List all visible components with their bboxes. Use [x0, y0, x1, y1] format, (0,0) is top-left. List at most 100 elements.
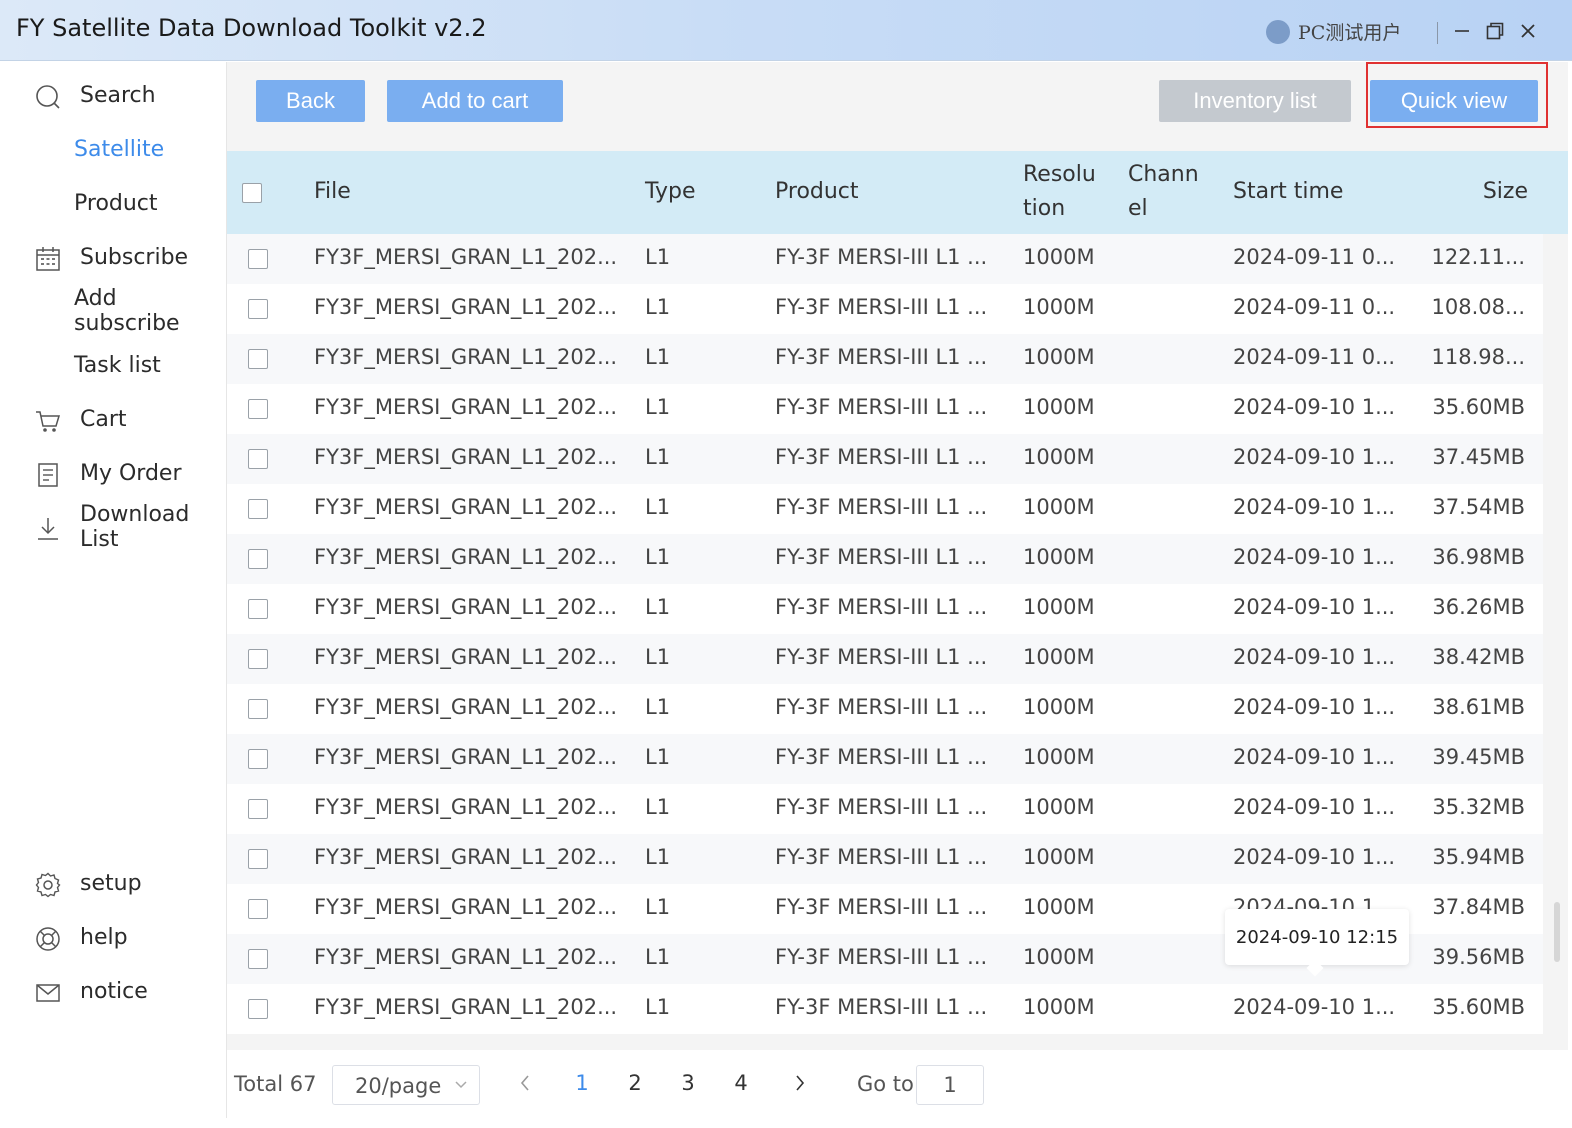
row-checkbox[interactable] [248, 499, 268, 519]
add-to-cart-button[interactable]: Add to cart [387, 80, 563, 122]
select-all-checkbox[interactable] [242, 183, 262, 203]
row-checkbox[interactable] [248, 949, 268, 969]
cell-type: L1 [645, 945, 671, 969]
sidebar-item-notice[interactable]: notice [0, 971, 227, 1011]
page-1[interactable]: 1 [570, 1071, 594, 1095]
goto-label: Go to [857, 1072, 914, 1096]
sidebar-item-setup[interactable]: setup [0, 863, 227, 903]
table-row[interactable]: FY3F_MERSI_GRAN_L1_202... L1 FY-3F MERSI-I… [227, 234, 1543, 284]
column-product[interactable]: Product [775, 175, 859, 209]
user-menu[interactable]: PC测试用户 [1266, 18, 1401, 45]
table-row[interactable]: FY3F_MERSI_GRAN_L1_202... L1 FY-3F MERSI-I… [227, 534, 1543, 584]
cell-product: FY-3F MERSI-III L1 ... [775, 845, 988, 869]
cell-resolution: 1000M [1023, 295, 1095, 319]
maximize-button[interactable] [1481, 17, 1509, 45]
page-size-select[interactable]: 20/page [332, 1065, 480, 1105]
table-scrollbar[interactable] [1554, 902, 1560, 962]
cell-file: FY3F_MERSI_GRAN_L1_202... [314, 695, 618, 719]
next-page-icon[interactable] [792, 1072, 808, 1094]
column-resolution[interactable]: Resolu tion [1023, 158, 1096, 226]
cell-type: L1 [645, 995, 671, 1019]
cell-size: 108.08... [1431, 295, 1525, 319]
cell-type: L1 [645, 245, 671, 269]
column-resolution-line1: Resolu [1023, 162, 1096, 187]
row-checkbox[interactable] [248, 899, 268, 919]
prev-page-icon[interactable] [517, 1072, 533, 1094]
page-2[interactable]: 2 [623, 1071, 647, 1095]
cell-size: 37.45MB [1432, 445, 1525, 469]
table-row[interactable]: FY3F_MERSI_GRAN_L1_202... L1 FY-3F MERSI-I… [227, 484, 1543, 534]
pagination: Total 67 20/page 1 2 3 4 Go to 1 [227, 1050, 1568, 1118]
row-checkbox[interactable] [248, 249, 268, 269]
table-row[interactable]: FY3F_MERSI_GRAN_L1_202... L1 FY-3F MERSI-I… [227, 284, 1543, 334]
table-row[interactable]: FY3F_MERSI_GRAN_L1_202... L1 FY-3F MERSI-I… [227, 834, 1543, 884]
column-file[interactable]: File [314, 175, 351, 209]
page-3[interactable]: 3 [676, 1071, 700, 1095]
cell-resolution: 1000M [1023, 245, 1095, 269]
table-row[interactable]: FY3F_MERSI_GRAN_L1_202... L1 FY-3F MERSI-I… [227, 584, 1543, 634]
sidebar-item-download-list[interactable]: Download List [0, 502, 227, 552]
goto-page-input[interactable]: 1 [916, 1065, 984, 1105]
order-icon [38, 463, 58, 487]
row-checkbox[interactable] [248, 349, 268, 369]
row-checkbox[interactable] [248, 399, 268, 419]
table-row[interactable]: FY3F_MERSI_GRAN_L1_202... L1 FY-3F MERSI-I… [227, 684, 1543, 734]
sidebar-item-task-list[interactable]: Task list [0, 345, 227, 385]
sidebar-item-subscribe[interactable]: Subscribe [0, 237, 227, 277]
row-checkbox[interactable] [248, 449, 268, 469]
cell-file: FY3F_MERSI_GRAN_L1_202... [314, 345, 618, 369]
row-checkbox[interactable] [248, 849, 268, 869]
cell-size: 36.26MB [1432, 595, 1525, 619]
column-size[interactable]: Size [1483, 175, 1528, 209]
row-checkbox[interactable] [248, 799, 268, 819]
table-row[interactable]: FY3F_MERSI_GRAN_L1_202... L1 FY-3F MERSI-I… [227, 734, 1543, 784]
column-start-time[interactable]: Start time [1233, 175, 1343, 209]
cell-type: L1 [645, 395, 671, 419]
cell-resolution: 1000M [1023, 795, 1095, 819]
cell-type: L1 [645, 295, 671, 319]
row-checkbox[interactable] [248, 749, 268, 769]
row-checkbox[interactable] [248, 299, 268, 319]
cell-size: 37.54MB [1432, 495, 1525, 519]
page-size-value: 20/page [355, 1074, 442, 1098]
row-checkbox[interactable] [248, 999, 268, 1019]
cell-resolution: 1000M [1023, 895, 1095, 919]
cell-file: FY3F_MERSI_GRAN_L1_202... [314, 295, 618, 319]
cell-type: L1 [645, 745, 671, 769]
cell-product: FY-3F MERSI-III L1 ... [775, 495, 988, 519]
mail-icon [36, 984, 60, 1002]
table-row[interactable]: FY3F_MERSI_GRAN_L1_202... L1 FY-3F MERSI-I… [227, 384, 1543, 434]
sidebar-item-satellite[interactable]: Satellite [0, 129, 227, 169]
cell-resolution: 1000M [1023, 995, 1095, 1019]
column-channel-line1: Chann [1128, 162, 1199, 187]
table-row[interactable]: FY3F_MERSI_GRAN_L1_202... L1 FY-3F MERSI-I… [227, 434, 1543, 484]
close-button[interactable] [1514, 17, 1542, 45]
sidebar-item-label: Product [74, 190, 158, 216]
column-channel[interactable]: Chann el [1128, 158, 1199, 226]
sidebar-item-add-subscribe[interactable]: Add subscribe [0, 286, 227, 336]
download-icon [38, 518, 58, 540]
cell-start-time: 2024-09-10 1... [1233, 795, 1396, 819]
minimize-button[interactable] [1448, 17, 1476, 45]
table-row[interactable]: FY3F_MERSI_GRAN_L1_202... L1 FY-3F MERSI-I… [227, 334, 1543, 384]
table-row[interactable]: FY3F_MERSI_GRAN_L1_202... L1 FY-3F MERSI-I… [227, 984, 1543, 1034]
table-row[interactable]: FY3F_MERSI_GRAN_L1_202... L1 FY-3F MERSI-I… [227, 634, 1543, 684]
row-checkbox[interactable] [248, 549, 268, 569]
cell-resolution: 1000M [1023, 945, 1095, 969]
quick-view-button[interactable]: Quick view [1370, 80, 1538, 122]
sidebar-item-help[interactable]: help [0, 917, 227, 957]
row-checkbox[interactable] [248, 649, 268, 669]
row-checkbox[interactable] [248, 599, 268, 619]
sidebar-item-product[interactable]: Product [0, 183, 227, 223]
inventory-list-button[interactable]: Inventory list [1159, 80, 1351, 122]
sidebar-item-cart[interactable]: Cart [0, 399, 227, 439]
back-button[interactable]: Back [256, 80, 365, 122]
sidebar-item-search[interactable]: Search [0, 75, 227, 115]
row-checkbox[interactable] [248, 699, 268, 719]
table-row[interactable]: FY3F_MERSI_GRAN_L1_202... L1 FY-3F MERSI-I… [227, 784, 1543, 834]
cell-type: L1 [645, 595, 671, 619]
page-4[interactable]: 4 [729, 1071, 753, 1095]
column-type[interactable]: Type [645, 175, 696, 209]
sidebar-item-label: notice [80, 978, 148, 1004]
sidebar-item-my-order[interactable]: My Order [0, 453, 227, 493]
